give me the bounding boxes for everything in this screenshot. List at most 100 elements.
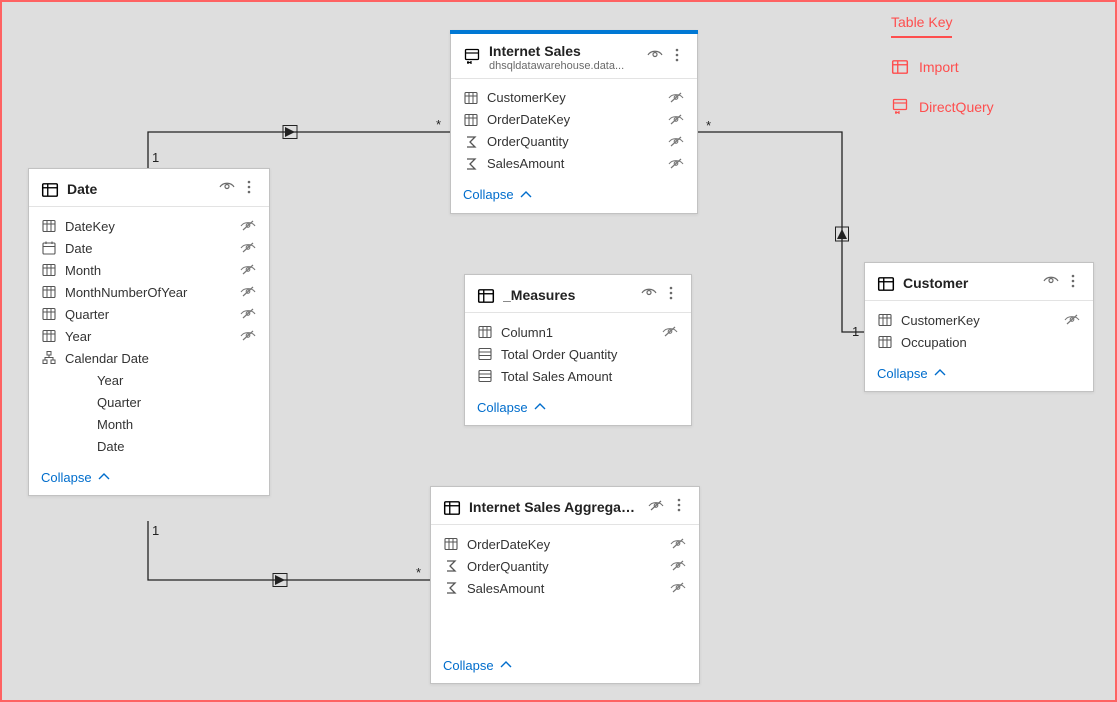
collapse-button[interactable]: Collapse xyxy=(41,469,257,485)
column-icon xyxy=(41,284,57,300)
field-item[interactable]: DateKey xyxy=(29,215,269,237)
field-label: Month xyxy=(97,417,257,432)
legend-panel: Table Key Import DirectQuery xyxy=(891,14,1091,138)
collapse-button[interactable]: Collapse xyxy=(877,365,1081,381)
collapse-button[interactable]: Collapse xyxy=(443,657,687,673)
table-customer[interactable]: Customer CustomerKey Occupation Collapse xyxy=(864,262,1094,392)
field-item[interactable]: MonthNumberOfYear xyxy=(29,281,269,303)
visibility-icon[interactable] xyxy=(641,285,657,306)
more-options-button[interactable] xyxy=(669,47,685,68)
table-internet-sales-aggregation[interactable]: Internet Sales Aggregation OrderDateKey O… xyxy=(430,486,700,684)
chevron-up-icon xyxy=(498,657,514,673)
table-icon xyxy=(443,499,461,517)
chevron-up-icon xyxy=(518,187,534,203)
table-icon xyxy=(477,287,495,305)
hidden-icon xyxy=(669,582,687,594)
table-icon xyxy=(891,58,909,76)
field-item[interactable]: Date xyxy=(29,435,269,457)
collapse-button[interactable]: Collapse xyxy=(477,399,679,415)
more-options-button[interactable] xyxy=(663,285,679,306)
field-item[interactable]: Year xyxy=(29,369,269,391)
field-item[interactable]: OrderQuantity xyxy=(451,131,697,153)
svg-text:1: 1 xyxy=(852,324,859,339)
hidden-icon xyxy=(239,220,257,232)
chevron-up-icon xyxy=(532,399,548,415)
table-internet-sales[interactable]: Internet Sales dhsqldatawarehouse.data..… xyxy=(450,30,698,214)
field-item[interactable]: CustomerKey xyxy=(451,87,697,109)
field-item[interactable]: Year xyxy=(29,325,269,347)
field-label: Year xyxy=(65,329,231,344)
field-item[interactable]: Quarter xyxy=(29,303,269,325)
hidden-icon xyxy=(667,158,685,170)
blank-icon xyxy=(73,394,89,410)
visibility-icon[interactable] xyxy=(647,47,663,68)
table-title: Date xyxy=(67,181,211,198)
column-icon xyxy=(477,324,493,340)
field-label: SalesAmount xyxy=(487,156,659,171)
hidden-icon xyxy=(669,560,687,572)
blank-icon xyxy=(73,438,89,454)
field-item[interactable]: CustomerKey xyxy=(865,309,1093,331)
more-options-button[interactable] xyxy=(241,179,257,200)
hidden-icon xyxy=(1063,314,1081,326)
field-label: OrderQuantity xyxy=(487,134,659,149)
field-label: Calendar Date xyxy=(65,351,257,366)
field-label: Occupation xyxy=(901,335,1081,350)
column-icon xyxy=(877,334,893,350)
svg-text:1: 1 xyxy=(152,523,159,538)
sigma-icon xyxy=(443,558,459,574)
collapse-button[interactable]: Collapse xyxy=(463,187,685,203)
table-header[interactable]: Internet Sales Aggregation xyxy=(431,487,699,525)
field-item[interactable]: Quarter xyxy=(29,391,269,413)
field-label: Total Order Quantity xyxy=(501,347,679,362)
hidden-icon xyxy=(667,114,685,126)
hidden-icon xyxy=(239,308,257,320)
measure-icon xyxy=(477,368,493,384)
model-diagram-canvas[interactable]: 1 * 1 * 1 * Date DateKeyDateMonthMonthNu… xyxy=(0,0,1117,702)
hidden-icon xyxy=(239,286,257,298)
table-title: Customer xyxy=(903,275,1035,292)
table-header[interactable]: Date xyxy=(29,169,269,207)
field-item[interactable]: SalesAmount xyxy=(451,153,697,175)
table-header[interactable]: Internet Sales dhsqldatawarehouse.data..… xyxy=(451,31,697,79)
legend-item-directquery: DirectQuery xyxy=(891,98,1091,116)
field-label: Year xyxy=(97,373,257,388)
hidden-icon xyxy=(669,538,687,550)
field-item[interactable]: Column1 xyxy=(465,321,691,343)
table-date[interactable]: Date DateKeyDateMonthMonthNumberOfYearQu… xyxy=(28,168,270,496)
svg-text:*: * xyxy=(706,118,711,133)
field-label: Quarter xyxy=(65,307,231,322)
sigma-icon xyxy=(463,134,479,150)
table-measures[interactable]: _Measures Column1 Total Order Quantity Tot… xyxy=(464,274,692,426)
field-item[interactable]: Month xyxy=(29,413,269,435)
field-item[interactable]: Date xyxy=(29,237,269,259)
hidden-icon[interactable] xyxy=(647,499,665,517)
field-label: MonthNumberOfYear xyxy=(65,285,231,300)
column-icon xyxy=(463,112,479,128)
table-header[interactable]: _Measures xyxy=(465,275,691,313)
visibility-icon[interactable] xyxy=(1043,273,1059,294)
visibility-icon[interactable] xyxy=(219,179,235,200)
table-header[interactable]: Customer xyxy=(865,263,1093,301)
column-icon xyxy=(41,306,57,322)
blank-icon xyxy=(73,372,89,388)
field-item[interactable]: Total Order Quantity xyxy=(465,343,691,365)
field-label: DateKey xyxy=(65,219,231,234)
column-icon xyxy=(463,90,479,106)
field-item[interactable]: Total Sales Amount xyxy=(465,365,691,387)
date-icon xyxy=(41,240,57,256)
field-item[interactable]: Month xyxy=(29,259,269,281)
blank-icon xyxy=(73,416,89,432)
field-item[interactable]: SalesAmount xyxy=(431,577,699,599)
field-label: Quarter xyxy=(97,395,257,410)
field-item[interactable]: Occupation xyxy=(865,331,1093,353)
field-item[interactable]: OrderDateKey xyxy=(431,533,699,555)
field-item[interactable]: OrderQuantity xyxy=(431,555,699,577)
field-label: OrderDateKey xyxy=(467,537,661,552)
field-label: CustomerKey xyxy=(487,90,659,105)
more-options-button[interactable] xyxy=(1065,273,1081,294)
field-item[interactable]: Calendar Date xyxy=(29,347,269,369)
more-options-button[interactable] xyxy=(671,497,687,518)
column-icon xyxy=(41,218,57,234)
field-item[interactable]: OrderDateKey xyxy=(451,109,697,131)
